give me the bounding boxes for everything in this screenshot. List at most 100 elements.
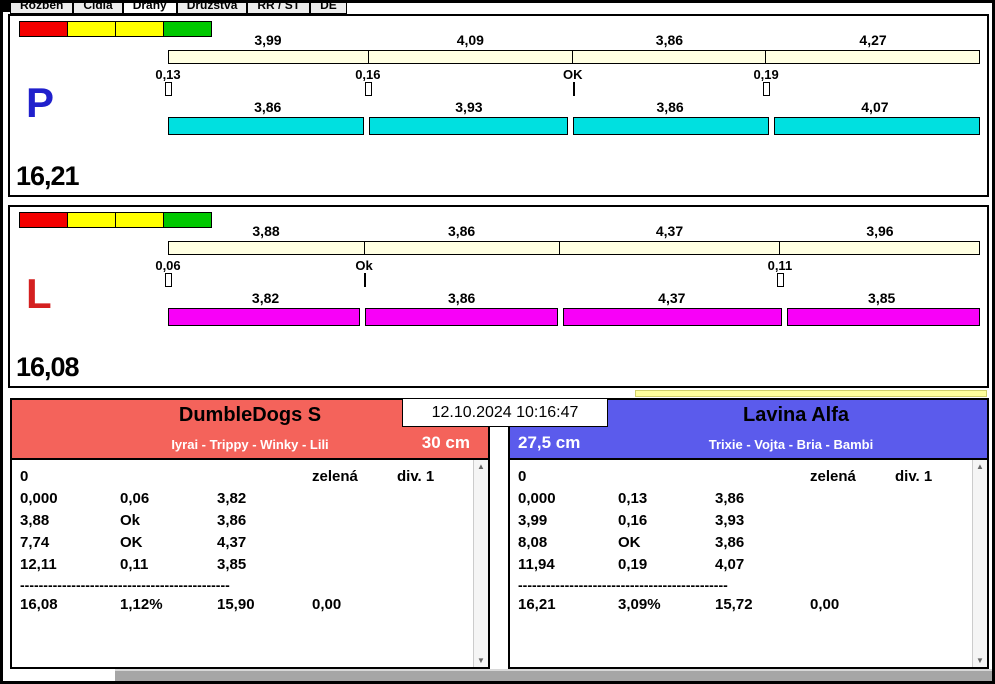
- result-cell: 7,74: [20, 534, 50, 551]
- changeover-marker: 0,06: [155, 258, 181, 273]
- changeover-marker: 0,11: [767, 258, 793, 273]
- result-cell: 0,16: [618, 512, 648, 529]
- result-cell: zelená: [810, 468, 856, 485]
- team-results: 0 zelená div. 1 0,000 0,06 3,82 3,88 Ok 3,86 7,74…: [12, 458, 488, 667]
- marker-tick: [364, 273, 367, 287]
- clean-times-row: 3,82 3,86 4,37 3,85: [168, 290, 980, 306]
- total-bar-segment: [558, 242, 779, 254]
- tab-cidla[interactable]: Čidla: [73, 3, 123, 14]
- tab-drahy[interactable]: Dráhy: [122, 3, 177, 14]
- total-bar-segment: [765, 51, 979, 63]
- team-results: 0 zelená div. 1 0,000 0,13 3,86 3,99 0,16 3,93 8,…: [510, 458, 987, 667]
- result-cell: 3,99: [518, 512, 548, 529]
- start-light: [67, 212, 116, 228]
- summary-cell: 3,09%: [618, 596, 661, 613]
- result-cell: div. 1: [397, 468, 435, 485]
- marker-tick: [165, 273, 172, 287]
- start-light: [19, 212, 68, 228]
- result-cell: [810, 532, 895, 554]
- result-cell: [217, 466, 312, 488]
- lane-bars: 3,99 4,09 3,86 4,27 3,86 3,93 3,86 4,07 0,13 0,…: [155, 16, 980, 195]
- summary-cell: [397, 594, 468, 616]
- start-light: [115, 21, 164, 37]
- tab-druzstva[interactable]: Družstva: [176, 3, 248, 14]
- split-time-label: 3,99: [254, 32, 282, 48]
- result-cell: 0: [20, 468, 29, 485]
- lane-bars: 3,88 3,86 4,37 3,96 3,82 3,86 4,37 3,85 0,06 Ok…: [155, 207, 980, 386]
- tab-rozbeh[interactable]: Rozběh: [10, 3, 74, 14]
- summary-cell: 15,72: [715, 596, 753, 613]
- result-cell: 4,07: [715, 556, 745, 573]
- team-subheader: Iyrai - Trippy - Winky - Lili 30 cm: [12, 430, 488, 458]
- clean-times-row: 3,86 3,93 3,86 4,07: [168, 99, 980, 115]
- team-panel-right: Lavina Alfa Trixie - Vojta - Bria - Bamb…: [508, 398, 989, 669]
- total-time-bar: [168, 241, 980, 255]
- result-cell: 11,94: [518, 556, 555, 573]
- scroll-down-arrow[interactable]: ▼: [976, 656, 984, 665]
- dog-time-bar: [168, 308, 360, 326]
- result-cell: [810, 554, 895, 576]
- app-window: Rozběh Čidla Dráhy Družstva RR / ST DE P…: [0, 0, 995, 684]
- result-cell: 0,000: [20, 490, 58, 507]
- clean-time-label: 3,86: [656, 99, 684, 115]
- progress-strip: [635, 390, 987, 397]
- result-cell: 3,86: [715, 490, 745, 507]
- teams-section: 12.10.2024 10:16:47 DumbleDogs S Iyrai -…: [3, 398, 992, 669]
- lane-panel-right: P 16,21 3,99 4,09 3,86 4,27 3,86 3,93 3,86 4,0…: [8, 14, 989, 197]
- result-cell: [895, 554, 967, 576]
- result-cell: 4,37: [217, 534, 247, 551]
- result-cell: [715, 466, 810, 488]
- result-cell: 3,86: [217, 512, 247, 529]
- result-cell: Ok: [120, 512, 141, 529]
- result-cell: 8,08: [518, 534, 548, 551]
- tab-strip: Rozběh Čidla Dráhy Družstva RR / ST DE: [10, 3, 347, 14]
- result-cell: 0,13: [618, 490, 648, 507]
- clean-time-label: 4,07: [861, 99, 889, 115]
- window-bottom-strip: [3, 669, 992, 681]
- result-cell: div. 1: [895, 468, 933, 485]
- marker-tick: [776, 273, 784, 287]
- result-cell: [810, 488, 895, 510]
- split-time-label: 3,86: [655, 32, 684, 48]
- result-cell: 0,000: [518, 490, 556, 507]
- vertical-scrollbar[interactable]: ▲ ▼: [972, 460, 987, 667]
- team-dogs: Trixie - Vojta - Bria - Bambi: [708, 437, 874, 452]
- result-cell: [312, 488, 397, 510]
- marker-tick: [572, 82, 575, 96]
- clean-time-label: 3,85: [868, 290, 896, 306]
- scroll-up-arrow[interactable]: ▲: [976, 462, 984, 471]
- dog-time-bar: [563, 308, 782, 326]
- separator-line: ----------------------------------------…: [20, 577, 230, 593]
- dog-time-bar: [368, 117, 568, 135]
- datetime-display: 12.10.2024 10:16:47: [402, 398, 608, 427]
- result-cell: 3,93: [715, 512, 745, 529]
- tab-de[interactable]: DE: [310, 3, 347, 14]
- summary-cell: 15,90: [217, 596, 255, 613]
- result-cell: [312, 554, 397, 576]
- result-cell: [120, 466, 217, 488]
- split-time-label: 3,86: [447, 223, 476, 239]
- split-time-label: 4,27: [859, 32, 887, 48]
- result-cell: [397, 510, 468, 532]
- summary-cell: 0,00: [312, 596, 342, 613]
- jump-height: 27,5 cm: [518, 433, 581, 452]
- clean-time-label: 3,82: [251, 290, 280, 306]
- summary-cell: 1,12%: [120, 596, 163, 613]
- scroll-down-arrow[interactable]: ▼: [477, 656, 485, 665]
- split-time-label: 4,37: [655, 223, 684, 239]
- lane-total-time: 16,08: [16, 352, 80, 382]
- vertical-scrollbar[interactable]: ▲ ▼: [473, 460, 488, 667]
- tab-rr-st[interactable]: RR / ST: [247, 3, 311, 14]
- start-light: [19, 21, 68, 37]
- summary-cell: 16,08: [20, 596, 58, 613]
- summary-cell: [895, 594, 967, 616]
- total-bar-segment: [169, 242, 364, 254]
- dog-time-bars: [168, 308, 980, 326]
- summary-cell: 16,21: [518, 596, 556, 613]
- result-cell: OK: [618, 534, 641, 551]
- dog-time-bars: [168, 117, 980, 135]
- total-bar-segment: [572, 51, 765, 63]
- scroll-up-arrow[interactable]: ▲: [477, 462, 485, 471]
- lane-total-time: 16,21: [16, 161, 80, 191]
- tab-bar: Rozběh Čidla Dráhy Družstva RR / ST DE: [10, 3, 992, 14]
